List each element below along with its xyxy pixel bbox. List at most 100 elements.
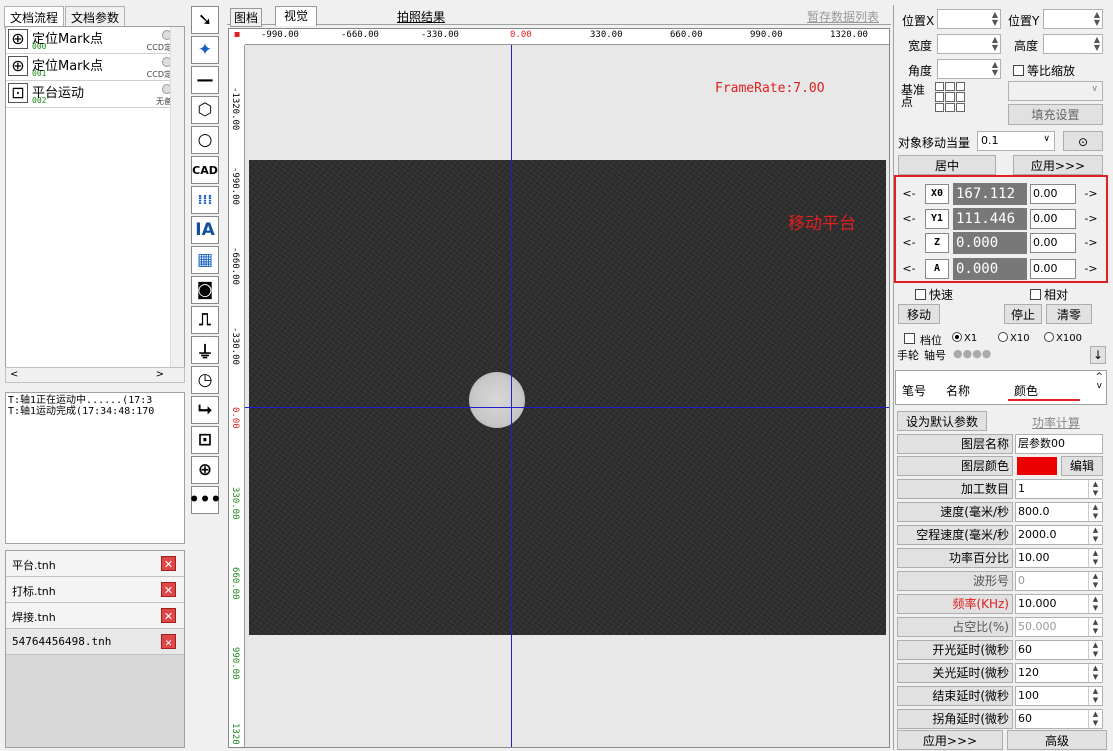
layer-param-input[interactable]: 120 ▲ ▼ — [1015, 663, 1103, 683]
power-calc-link[interactable]: 功率计算 — [1032, 414, 1080, 431]
more-icon[interactable]: ••• — [189, 486, 221, 514]
fill-settings-button[interactable]: 填充设置 — [1008, 104, 1103, 125]
pulse-icon[interactable]: ⎍ — [191, 306, 219, 334]
select-arrow-icon[interactable]: ➘ — [191, 6, 219, 34]
tab-vision[interactable]: 视觉 — [275, 6, 318, 26]
close-icon[interactable]: ✕ — [161, 556, 176, 571]
base-point-cell[interactable] — [945, 102, 955, 112]
arrow-down-icon[interactable]: ↓ — [1090, 346, 1106, 364]
base-point-cell[interactable] — [955, 82, 965, 92]
qrcode-icon[interactable]: ▦ — [191, 246, 219, 274]
advanced-button[interactable]: 高级 — [1007, 730, 1107, 750]
spin-arrows-icon[interactable]: ▲ ▼ — [992, 61, 998, 77]
pos-x-input[interactable]: ▲ ▼ — [937, 9, 1001, 29]
scroll-arrows-icon[interactable]: ^ v — [1095, 373, 1103, 391]
file-item[interactable]: 54764456498.tnh ✕ — [6, 629, 184, 655]
flow-item[interactable]: ⊕ 定位Mark点 000 CCD定位 — [6, 27, 184, 54]
layer-param-input[interactable]: 60 ▲ ▼ — [1015, 640, 1103, 660]
base-point-grid[interactable] — [935, 82, 965, 112]
width-input[interactable]: ▲ ▼ — [937, 34, 1001, 54]
base-point-cell[interactable] — [935, 82, 945, 92]
axis-step-input[interactable]: 0.00 — [1030, 184, 1076, 204]
base-point-cell[interactable] — [955, 102, 965, 112]
spin-arrows-icon[interactable]: ▲ ▼ — [1094, 11, 1100, 27]
text-icon[interactable]: IA — [191, 216, 219, 244]
tab-temp-data-list[interactable]: 暂存数据列表 — [807, 8, 879, 25]
camera-icon[interactable]: ◙ — [191, 276, 219, 304]
gear-x100-radio[interactable]: X100 — [1042, 332, 1082, 344]
axis-increase-button[interactable]: -> — [1079, 184, 1103, 204]
layer-param-input[interactable]: 10.00 ▲ ▼ — [1015, 548, 1103, 568]
axis-decrease-button[interactable]: <- — [897, 233, 921, 253]
file-item[interactable]: 打标.tnh ✕ — [6, 577, 184, 603]
tab-document-flow[interactable]: 文档流程 — [4, 6, 65, 28]
spin-arrows-icon[interactable]: ▲ ▼ — [992, 36, 998, 52]
handwheel-checkbox[interactable] — [904, 332, 918, 346]
tab-document-params[interactable]: 文档参数 — [65, 6, 126, 28]
layer-param-input[interactable]: 10.000 ▲ ▼ — [1015, 594, 1103, 614]
height-input[interactable]: ▲ ▼ — [1043, 34, 1103, 54]
center-button[interactable]: 居中 — [898, 155, 996, 175]
axis-dots-icon[interactable]: ●●●● — [953, 347, 991, 360]
tab-photo-results[interactable]: 拍照结果 — [397, 8, 445, 25]
checkbox-icon[interactable] — [1013, 65, 1024, 76]
file-item[interactable]: 焊接.tnh ✕ — [6, 603, 184, 629]
axis-step-input[interactable]: 0.00 — [1030, 233, 1076, 253]
edit-color-button[interactable]: 编辑 — [1061, 456, 1103, 476]
layer-param-input[interactable]: 100 ▲ ▼ — [1015, 686, 1103, 706]
axis-decrease-button[interactable]: <- — [897, 259, 921, 279]
layer-param-input[interactable]: 800.0 ▲ ▼ — [1015, 502, 1103, 522]
radio-icon[interactable] — [998, 332, 1008, 342]
spin-arrows-icon[interactable]: ▲ ▼ — [1088, 710, 1102, 728]
layer-param-input[interactable]: 50.000 ▲ ▼ — [1015, 617, 1103, 637]
spin-arrows-icon[interactable]: ▲ ▼ — [1088, 480, 1102, 498]
fill-select[interactable]: ∨ — [1008, 81, 1103, 101]
checkbox-icon[interactable] — [1030, 289, 1041, 300]
spin-arrows-icon[interactable]: ▲ ▼ — [1088, 572, 1102, 590]
gear-x1-radio[interactable]: X1 — [950, 332, 977, 344]
close-icon[interactable]: ✕ — [161, 582, 176, 597]
checkbox-icon[interactable] — [915, 289, 926, 300]
radio-icon[interactable] — [952, 332, 962, 342]
point-icon[interactable]: ✦ — [191, 36, 219, 64]
line-icon[interactable]: — — [191, 66, 219, 94]
camera-view[interactable]: ▪ -990.00 -660.00 -330.00 0.00 330.00 66… — [228, 28, 890, 748]
angle-input[interactable]: ▲ ▼ — [937, 59, 1001, 79]
spin-arrows-icon[interactable]: ▲ ▼ — [992, 11, 998, 27]
layer-name-input[interactable]: 层参数00 — [1015, 434, 1103, 454]
zero-button[interactable]: 清零 — [1046, 304, 1092, 324]
flow-h-scrollbar[interactable]: < > — [5, 367, 185, 383]
relative-checkbox[interactable]: 相对 — [1030, 286, 1068, 303]
layer-apply-button[interactable]: 应用>>> — [897, 730, 1003, 750]
timer-icon[interactable]: ◷ — [191, 366, 219, 394]
base-point-cell[interactable] — [935, 92, 945, 102]
set-default-params-button[interactable]: 设为默认参数>>> — [897, 411, 987, 449]
pos-y-input[interactable]: ▲ ▼ — [1043, 9, 1103, 29]
target-icon[interactable]: ⊙ — [1063, 131, 1103, 151]
axis-step-input[interactable]: 0.00 — [1030, 209, 1076, 229]
layer-param-input[interactable]: 2000.0 ▲ ▼ — [1015, 525, 1103, 545]
spin-arrows-icon[interactable]: ▲ ▼ — [1088, 664, 1102, 682]
spin-arrows-icon[interactable]: ▲ ▼ — [1088, 618, 1102, 636]
circle-icon[interactable]: ○ — [191, 126, 219, 154]
crosshair-icon[interactable]: ⊕ — [191, 456, 219, 484]
radio-icon[interactable] — [1044, 332, 1054, 342]
close-icon[interactable]: ✕ — [161, 608, 176, 623]
layer-param-input[interactable]: 0 ▲ ▼ — [1015, 571, 1103, 591]
cad-icon[interactable]: CAD — [191, 156, 219, 184]
platform-icon[interactable]: ⊡ — [191, 426, 219, 454]
close-icon[interactable]: ✕ — [161, 634, 176, 649]
scroll-right-icon[interactable]: > — [156, 369, 164, 380]
keep-ratio-checkbox[interactable]: 等比缩放 — [1013, 62, 1075, 79]
axis-decrease-button[interactable]: <- — [897, 209, 921, 229]
polygon-icon[interactable]: ⬡ — [191, 96, 219, 124]
axis-increase-button[interactable]: -> — [1079, 233, 1103, 253]
waveform-icon[interactable]: ⏚ — [191, 336, 219, 364]
checkbox-icon[interactable] — [904, 333, 915, 344]
base-point-cell[interactable] — [955, 92, 965, 102]
dot-matrix-icon[interactable]: ⁞⁞⁞ — [191, 186, 219, 214]
layer-param-input[interactable]: 1 ▲ ▼ — [1015, 479, 1103, 499]
scroll-left-icon[interactable]: < — [10, 369, 18, 380]
axis-increase-button[interactable]: -> — [1079, 209, 1103, 229]
flow-scrollbar[interactable] — [170, 27, 184, 381]
